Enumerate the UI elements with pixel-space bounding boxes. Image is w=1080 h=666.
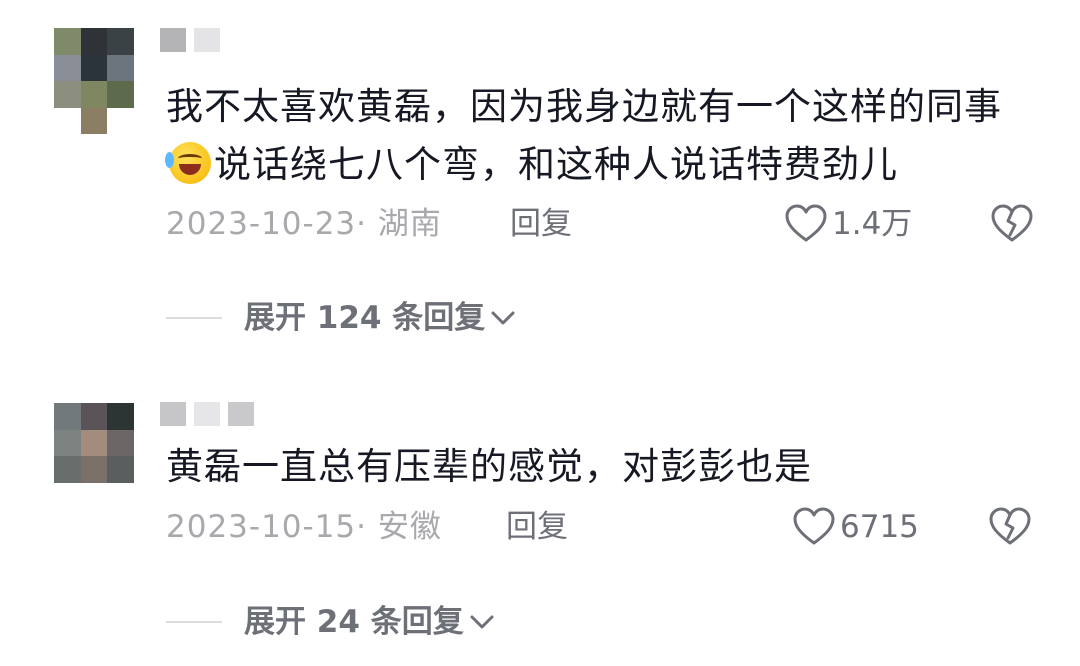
expand-replies-label: 展开 124 条回复 — [244, 300, 486, 336]
avatar-pixel — [80, 54, 108, 81]
comment-item: 黄磊一直总有压辈的感觉，对彭彭也是 2023-10-15· 安徽 回复 6715… — [0, 385, 1080, 666]
avatar-pixel — [54, 403, 81, 430]
heart-icon — [793, 507, 835, 545]
avatar-pixel — [80, 403, 108, 430]
username[interactable] — [160, 402, 254, 426]
avatar-pixel — [107, 54, 134, 81]
like-count: 6715 — [840, 509, 919, 545]
username-pixel — [160, 402, 186, 426]
avatar-pixel — [54, 456, 81, 483]
divider — [166, 621, 222, 623]
divider — [166, 317, 222, 319]
avatar[interactable] — [54, 28, 134, 134]
avatar-pixel — [107, 403, 134, 430]
comment-date-location: 2023-10-15· 安徽 — [166, 509, 442, 545]
avatar-pixel — [107, 107, 134, 134]
comment-text: 黄磊一直总有压辈的感觉，对彭彭也是 — [166, 445, 812, 488]
username-pixel — [194, 28, 220, 52]
comment-text-part: 说话绕七八个弯，和这种人说话特费劲儿 — [214, 143, 898, 186]
avatar-pixel — [80, 81, 108, 108]
broken-heart-icon — [989, 507, 1031, 545]
comment-text-part: 我不太喜欢黄磊，因为我身边就有一个这样的同事 — [166, 85, 1002, 128]
expand-replies-label: 展开 24 条回复 — [244, 604, 464, 640]
comment-meta: 2023-10-15· 安徽 回复 6715 — [166, 505, 1040, 549]
avatar[interactable] — [54, 403, 134, 483]
comment-date-location: 2023-10-23· 湖南 — [166, 206, 442, 242]
comment-text: 我不太喜欢黄磊，因为我身边就有一个这样的同事说话绕七八个弯，和这种人说话特费劲儿 — [165, 78, 1046, 194]
dislike-button[interactable] — [990, 204, 1034, 244]
expand-replies-button[interactable]: 展开 24 条回复 — [166, 602, 496, 642]
avatar-pixel — [54, 28, 81, 55]
avatar-pixel — [80, 429, 108, 457]
username-pixel — [194, 402, 220, 426]
avatar-pixel — [107, 456, 134, 483]
expand-replies-button[interactable]: 展开 124 条回复 — [166, 298, 517, 338]
avatar-pixel — [54, 81, 81, 108]
avatar-pixel — [80, 28, 108, 55]
avatar-pixel — [107, 81, 134, 108]
reply-button[interactable]: 回复 — [510, 202, 572, 246]
heart-icon — [785, 204, 827, 242]
comment-item: 我不太喜欢黄磊，因为我身边就有一个这样的同事说话绕七八个弯，和这种人说话特费劲儿… — [0, 0, 1080, 385]
reply-button[interactable]: 回复 — [506, 505, 568, 549]
like-button[interactable]: 6715 — [792, 505, 919, 549]
username-pixel — [228, 402, 254, 426]
chevron-down-icon — [491, 311, 515, 325]
like-button[interactable]: 1.4万 — [784, 202, 912, 246]
dislike-button[interactable] — [988, 507, 1032, 547]
avatar-pixel — [80, 456, 108, 483]
laughing-crying-emoji-icon — [165, 142, 211, 184]
broken-heart-icon — [991, 204, 1033, 242]
avatar-pixel — [54, 429, 81, 457]
like-count: 1.4万 — [832, 206, 913, 242]
avatar-pixel — [54, 107, 81, 134]
avatar-pixel — [54, 54, 81, 81]
avatar-pixel — [107, 429, 134, 457]
username-pixel — [160, 28, 186, 52]
comment-meta: 2023-10-23· 湖南 回复 1.4万 — [166, 202, 1040, 246]
chevron-down-icon — [470, 615, 494, 629]
avatar-pixel — [80, 107, 108, 134]
username[interactable] — [160, 28, 220, 52]
avatar-pixel — [107, 28, 134, 55]
